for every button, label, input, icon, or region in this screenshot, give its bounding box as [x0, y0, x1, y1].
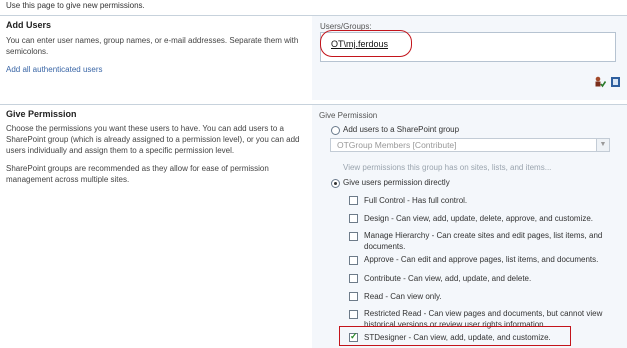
level-checkbox-approve[interactable] [349, 256, 358, 265]
view-permissions-link[interactable]: View permissions this group has on sites… [343, 163, 551, 172]
check-names-icon[interactable] [594, 76, 607, 88]
chevron-down-icon[interactable]: ▼ [596, 139, 609, 151]
group-select[interactable]: OTGroup Members [Contribute] ▼ [330, 138, 610, 152]
add-users-title: Add Users [6, 20, 52, 30]
level-label: Contribute - Can view, add, update, and … [364, 274, 532, 283]
level-label: Design - Can view, add, update, delete, … [364, 214, 594, 223]
give-permission-title: Give Permission [6, 109, 77, 119]
level-checkbox-read[interactable] [349, 292, 358, 301]
group-select-value: OTGroup Members [Contribute] [337, 140, 457, 150]
add-to-group-label: Add users to a SharePoint group [343, 125, 460, 134]
level-label: Read - Can view only. [364, 292, 442, 301]
give-permission-label: Give Permission [319, 111, 378, 120]
level-checkbox-manage-hierarchy[interactable] [349, 232, 358, 241]
page-intro: Use this page to give new permissions. [6, 1, 145, 10]
level-label: Full Control - Has full control. [364, 196, 468, 205]
highlight-oval [320, 30, 412, 57]
sharepoint-groups-note: SharePoint groups are recommended as the… [6, 164, 269, 184]
highlight-box [339, 326, 571, 346]
add-users-description: You can enter user names, group names, o… [6, 36, 299, 56]
divider [0, 104, 627, 105]
add-to-group-radio[interactable] [331, 126, 340, 135]
level-checkbox-contribute[interactable] [349, 274, 358, 283]
add-all-authenticated-users-link[interactable]: Add all authenticated users [6, 65, 103, 74]
level-label: Manage Hierarchy - Can create sites and … [364, 231, 603, 251]
direct-permission-label: Give users permission directly [343, 178, 450, 187]
level-checkbox-restricted-read[interactable] [349, 310, 358, 319]
give-permission-description: Choose the permissions you want these us… [6, 124, 300, 155]
direct-permission-radio[interactable] [331, 179, 340, 188]
level-checkbox-full-control[interactable] [349, 196, 358, 205]
level-label: Approve - Can edit and approve pages, li… [364, 255, 599, 264]
address-book-icon[interactable] [610, 76, 622, 88]
level-checkbox-design[interactable] [349, 214, 358, 223]
